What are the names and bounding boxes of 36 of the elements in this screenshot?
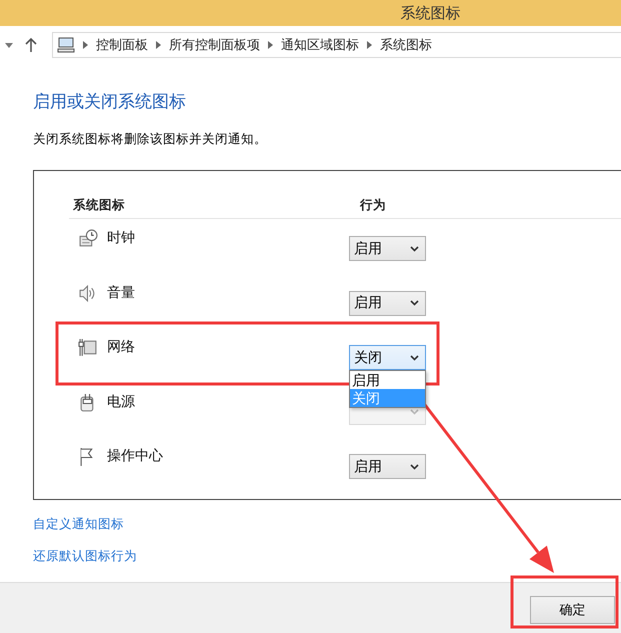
behavior-dropdown[interactable]: 启用 xyxy=(349,290,426,316)
icon-name: 电源 xyxy=(107,392,136,410)
breadcrumb-item[interactable]: 系统图标 xyxy=(380,36,432,54)
caret-icon xyxy=(410,354,419,360)
up-arrow-icon[interactable] xyxy=(25,38,37,52)
chevron-icon xyxy=(83,41,88,49)
icon-name: 时钟 xyxy=(107,229,136,247)
network-icon xyxy=(78,338,98,358)
behavior-dropdown[interactable]: 关闭 xyxy=(349,345,426,370)
link[interactable]: 还原默认图标行为 xyxy=(33,548,137,565)
page-heading: 启用或关闭系统图标 xyxy=(33,91,187,113)
caret-icon xyxy=(410,409,419,415)
breadcrumb-item[interactable]: 控制面板 xyxy=(96,36,148,54)
caret-icon xyxy=(410,464,419,470)
link[interactable]: 自定义通知图标 xyxy=(33,516,124,533)
computer-icon xyxy=(57,37,75,53)
column-header: 系统图标 xyxy=(72,197,126,214)
behavior-dropdown[interactable]: 启用 xyxy=(349,236,426,261)
breadcrumb-item[interactable]: 所有控制面板项 xyxy=(169,36,260,54)
icon-name: 网络 xyxy=(107,338,136,356)
icon-name: 操作中心 xyxy=(107,447,164,465)
ok-button[interactable]: 确定 xyxy=(530,596,615,624)
caret-icon xyxy=(410,300,419,306)
description-text: 关闭系统图标将删除该图标并关闭通知。 xyxy=(33,131,268,148)
dropdown-option[interactable]: 启用 xyxy=(350,371,425,389)
clock-icon xyxy=(78,229,98,249)
caret-icon[interactable] xyxy=(5,42,13,48)
column-header: 行为 xyxy=(360,197,386,214)
behavior-dropdown[interactable]: 启用 xyxy=(349,454,426,479)
chevron-icon xyxy=(156,41,161,49)
chevron-icon xyxy=(268,41,273,49)
caret-icon xyxy=(410,246,419,252)
icon-name: 音量 xyxy=(107,284,136,302)
chevron-icon xyxy=(367,41,372,49)
window-title: 系统图标 xyxy=(400,4,460,22)
breadcrumb-item[interactable]: 通知区域图标 xyxy=(281,36,359,54)
